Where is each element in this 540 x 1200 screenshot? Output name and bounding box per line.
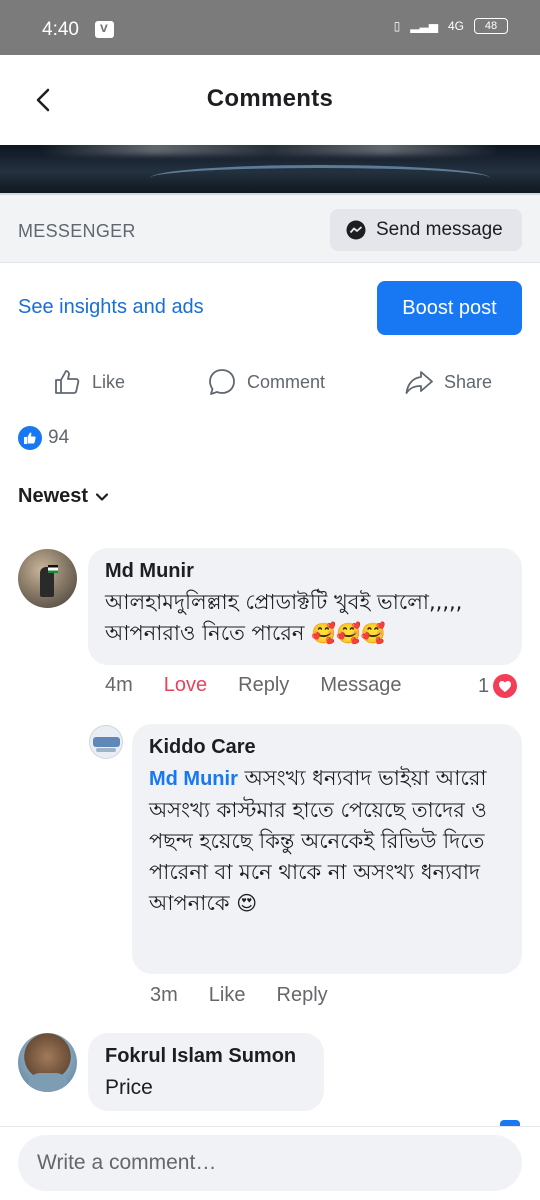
love-reaction-button[interactable]: Love <box>164 674 207 697</box>
comment-text: Md Munir অসংখ্য ধন্যবাদ ভাইয়া আরো অসংখ্… <box>149 763 506 919</box>
page-logo-underline <box>96 748 116 752</box>
chevron-down-icon <box>95 492 109 501</box>
send-message-label: Send message <box>376 219 503 240</box>
avatar[interactable] <box>18 1033 77 1092</box>
heart-icon <box>493 674 518 698</box>
reply-bubble[interactable]: Kiddo Care Md Munir অসংখ্য ধন্যবাদ ভাইয়… <box>132 724 522 974</box>
reaction-count: 94 <box>48 427 70 448</box>
page-logo <box>93 737 120 747</box>
avatar[interactable] <box>89 725 123 759</box>
comment-label: Comment <box>247 371 326 392</box>
share-arrow-icon <box>405 371 433 394</box>
like-comment-button[interactable]: Like <box>209 984 246 1007</box>
comment-text: Price <box>105 1076 153 1099</box>
love-count: 1 <box>478 674 490 697</box>
comment-time: 4m <box>105 674 133 696</box>
sort-label: Newest <box>18 485 89 507</box>
thumbs-up-icon <box>55 370 80 394</box>
media-glow <box>150 165 490 191</box>
emoji-heart-eyes: 😍 <box>236 891 258 915</box>
signal-icon: ▂▃▅ <box>410 19 438 33</box>
comment-author[interactable]: Fokrul Islam Sumon <box>105 1045 308 1068</box>
comment-meta: 3m Like Reply <box>150 984 359 1007</box>
network-type: 4G <box>447 19 464 33</box>
messenger-icon <box>346 220 366 240</box>
comment-button[interactable]: Comment <box>207 362 325 402</box>
page-title: Comments <box>206 85 334 112</box>
comment-bubble[interactable]: Md Munir আলহামদুলিল্লাহ প্রোডাক্টটি খুবই… <box>88 548 522 665</box>
media-overlay <box>40 145 500 155</box>
reply-button[interactable]: Reply <box>277 984 328 1007</box>
comment-author[interactable]: Md Munir <box>105 560 506 583</box>
message-button[interactable]: Message <box>320 674 401 697</box>
share-button[interactable]: Share <box>404 362 492 402</box>
comment-meta: 4m Love Reply Message <box>105 674 432 697</box>
avatar-flag <box>48 565 58 573</box>
mention-link[interactable]: Md Munir <box>149 768 238 790</box>
post-action-row: Like Comment Share <box>0 362 540 402</box>
comment-time: 3m <box>150 984 178 1006</box>
messenger-label: MESSENGER <box>18 221 136 241</box>
send-message-button[interactable]: Send message <box>330 209 522 251</box>
share-label: Share <box>444 371 493 392</box>
like-label: Like <box>92 371 126 392</box>
avatar[interactable] <box>18 549 77 608</box>
comment-bubble[interactable]: Fokrul Islam Sumon Price <box>88 1033 324 1111</box>
status-indicators: ▯ ▂▃▅ 4G 48 <box>394 18 508 34</box>
comment-composer: Write a comment… <box>0 1126 540 1200</box>
messenger-bar: MESSENGER Send message <box>0 193 540 263</box>
comment-author[interactable]: Kiddo Care <box>149 736 506 759</box>
post-media-strip[interactable] <box>0 145 540 193</box>
comment-text: আলহামদুলিল্লাহ প্রোডাক্টটি খুবই ভালো,,,,… <box>105 587 506 649</box>
comment-bubble-icon <box>209 369 235 395</box>
header: Comments <box>0 55 540 145</box>
status-time: 4:40 <box>42 19 79 40</box>
battery-icon: 48 <box>474 18 508 34</box>
battery-level: 48 <box>484 20 498 32</box>
comment-reaction-count[interactable]: 1 <box>478 674 518 698</box>
like-reaction-icon <box>18 426 42 450</box>
app-notification-icon <box>95 19 114 38</box>
reaction-summary[interactable]: 94 <box>18 426 69 450</box>
comment-input[interactable]: Write a comment… <box>18 1135 522 1191</box>
status-bar: 4:40 ▯ ▂▃▅ 4G 48 <box>0 0 540 55</box>
see-insights-link[interactable]: See insights and ads <box>18 296 204 319</box>
comment-body: আলহামদুলিল্লাহ প্রোডাক্টটি খুবই ভালো,,,,… <box>105 590 463 645</box>
avatar-shirt <box>28 1073 68 1092</box>
reply-button[interactable]: Reply <box>238 674 289 697</box>
like-button[interactable]: Like <box>52 362 125 402</box>
emoji-smiling-hearts: 🥰🥰🥰 <box>311 621 386 645</box>
sort-dropdown[interactable]: Newest <box>18 485 110 508</box>
boost-post-button[interactable]: Boost post <box>377 281 522 335</box>
vibrate-icon: ▯ <box>393 19 401 33</box>
